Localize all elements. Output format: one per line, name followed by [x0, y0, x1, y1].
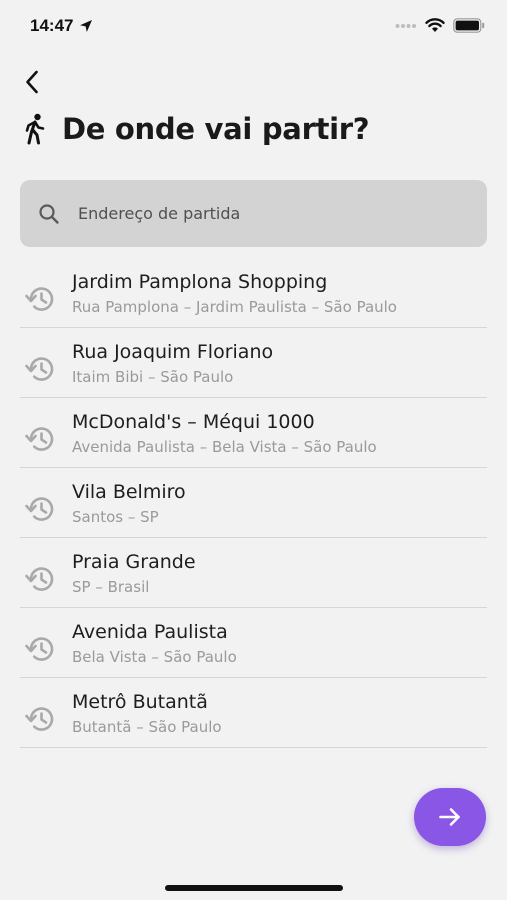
next-button[interactable]: [414, 788, 486, 846]
list-item[interactable]: Vila Belmiro Santos – SP: [20, 468, 487, 538]
recent-places-list: Jardim Pamplona Shopping Rua Pamplona – …: [20, 258, 487, 748]
history-icon: [25, 427, 54, 451]
history-icon: [25, 287, 54, 311]
list-item-title: Metrô Butantã: [72, 691, 208, 713]
search-box[interactable]: [20, 180, 487, 247]
history-icon: [25, 637, 54, 661]
search-input[interactable]: [76, 203, 440, 224]
history-icon: [25, 567, 54, 591]
screen: 14:47 De onde vai partir? Endereço de pa…: [0, 0, 507, 900]
back-button[interactable]: [14, 64, 50, 100]
list-item-title: Praia Grande: [72, 551, 196, 573]
arrow-right-icon: [439, 808, 460, 826]
location-arrow-icon: [80, 20, 93, 32]
chevron-left-icon: [26, 70, 38, 94]
cellular-signal-icon: [395, 23, 416, 28]
list-item[interactable]: Praia Grande SP – Brasil: [20, 538, 487, 608]
list-item[interactable]: Jardim Pamplona Shopping Rua Pamplona – …: [20, 258, 487, 328]
list-item-title: Avenida Paulista: [72, 621, 228, 643]
title-row: De onde vai partir?: [24, 112, 370, 146]
list-item-title: McDonald's – Méqui 1000: [72, 411, 315, 433]
list-item-title: Jardim Pamplona Shopping: [72, 271, 328, 293]
page-title: De onde vai partir?: [62, 112, 370, 146]
search-icon: [39, 203, 59, 224]
list-item[interactable]: Avenida Paulista Bela Vista – São Paulo: [20, 608, 487, 678]
status-time-group: 14:47: [30, 16, 93, 36]
list-item[interactable]: Rua Joaquim Floriano Itaim Bibi – São Pa…: [20, 328, 487, 398]
list-item-subtitle: Bela Vista – São Paulo: [72, 648, 237, 666]
list-item-subtitle: Rua Pamplona – Jardim Paulista – São Pau…: [72, 298, 397, 316]
list-item-subtitle: SP – Brasil: [72, 578, 150, 596]
status-bar: 14:47: [0, 0, 507, 54]
battery-icon: [453, 18, 485, 33]
wifi-icon: [425, 18, 445, 32]
status-time: 14:47: [30, 16, 74, 35]
list-item[interactable]: McDonald's – Méqui 1000 Avenida Paulista…: [20, 398, 487, 468]
list-item-title: Rua Joaquim Floriano: [72, 341, 274, 363]
list-item-subtitle: Avenida Paulista – Bela Vista – São Paul…: [72, 438, 377, 456]
history-icon: [25, 497, 54, 521]
list-item-subtitle: Itaim Bibi – São Paulo: [72, 368, 234, 386]
list-item-subtitle: Butantã – São Paulo: [72, 718, 222, 736]
list-item-title: Vila Belmiro: [72, 481, 186, 503]
home-indicator: [165, 885, 343, 891]
list-item-subtitle: Santos – SP: [72, 508, 159, 526]
history-icon: [25, 707, 54, 731]
status-icons: [395, 18, 485, 33]
history-icon: [25, 357, 54, 381]
list-item[interactable]: Metrô Butantã Butantã – São Paulo: [20, 678, 487, 748]
person-walking-icon: [25, 113, 45, 145]
